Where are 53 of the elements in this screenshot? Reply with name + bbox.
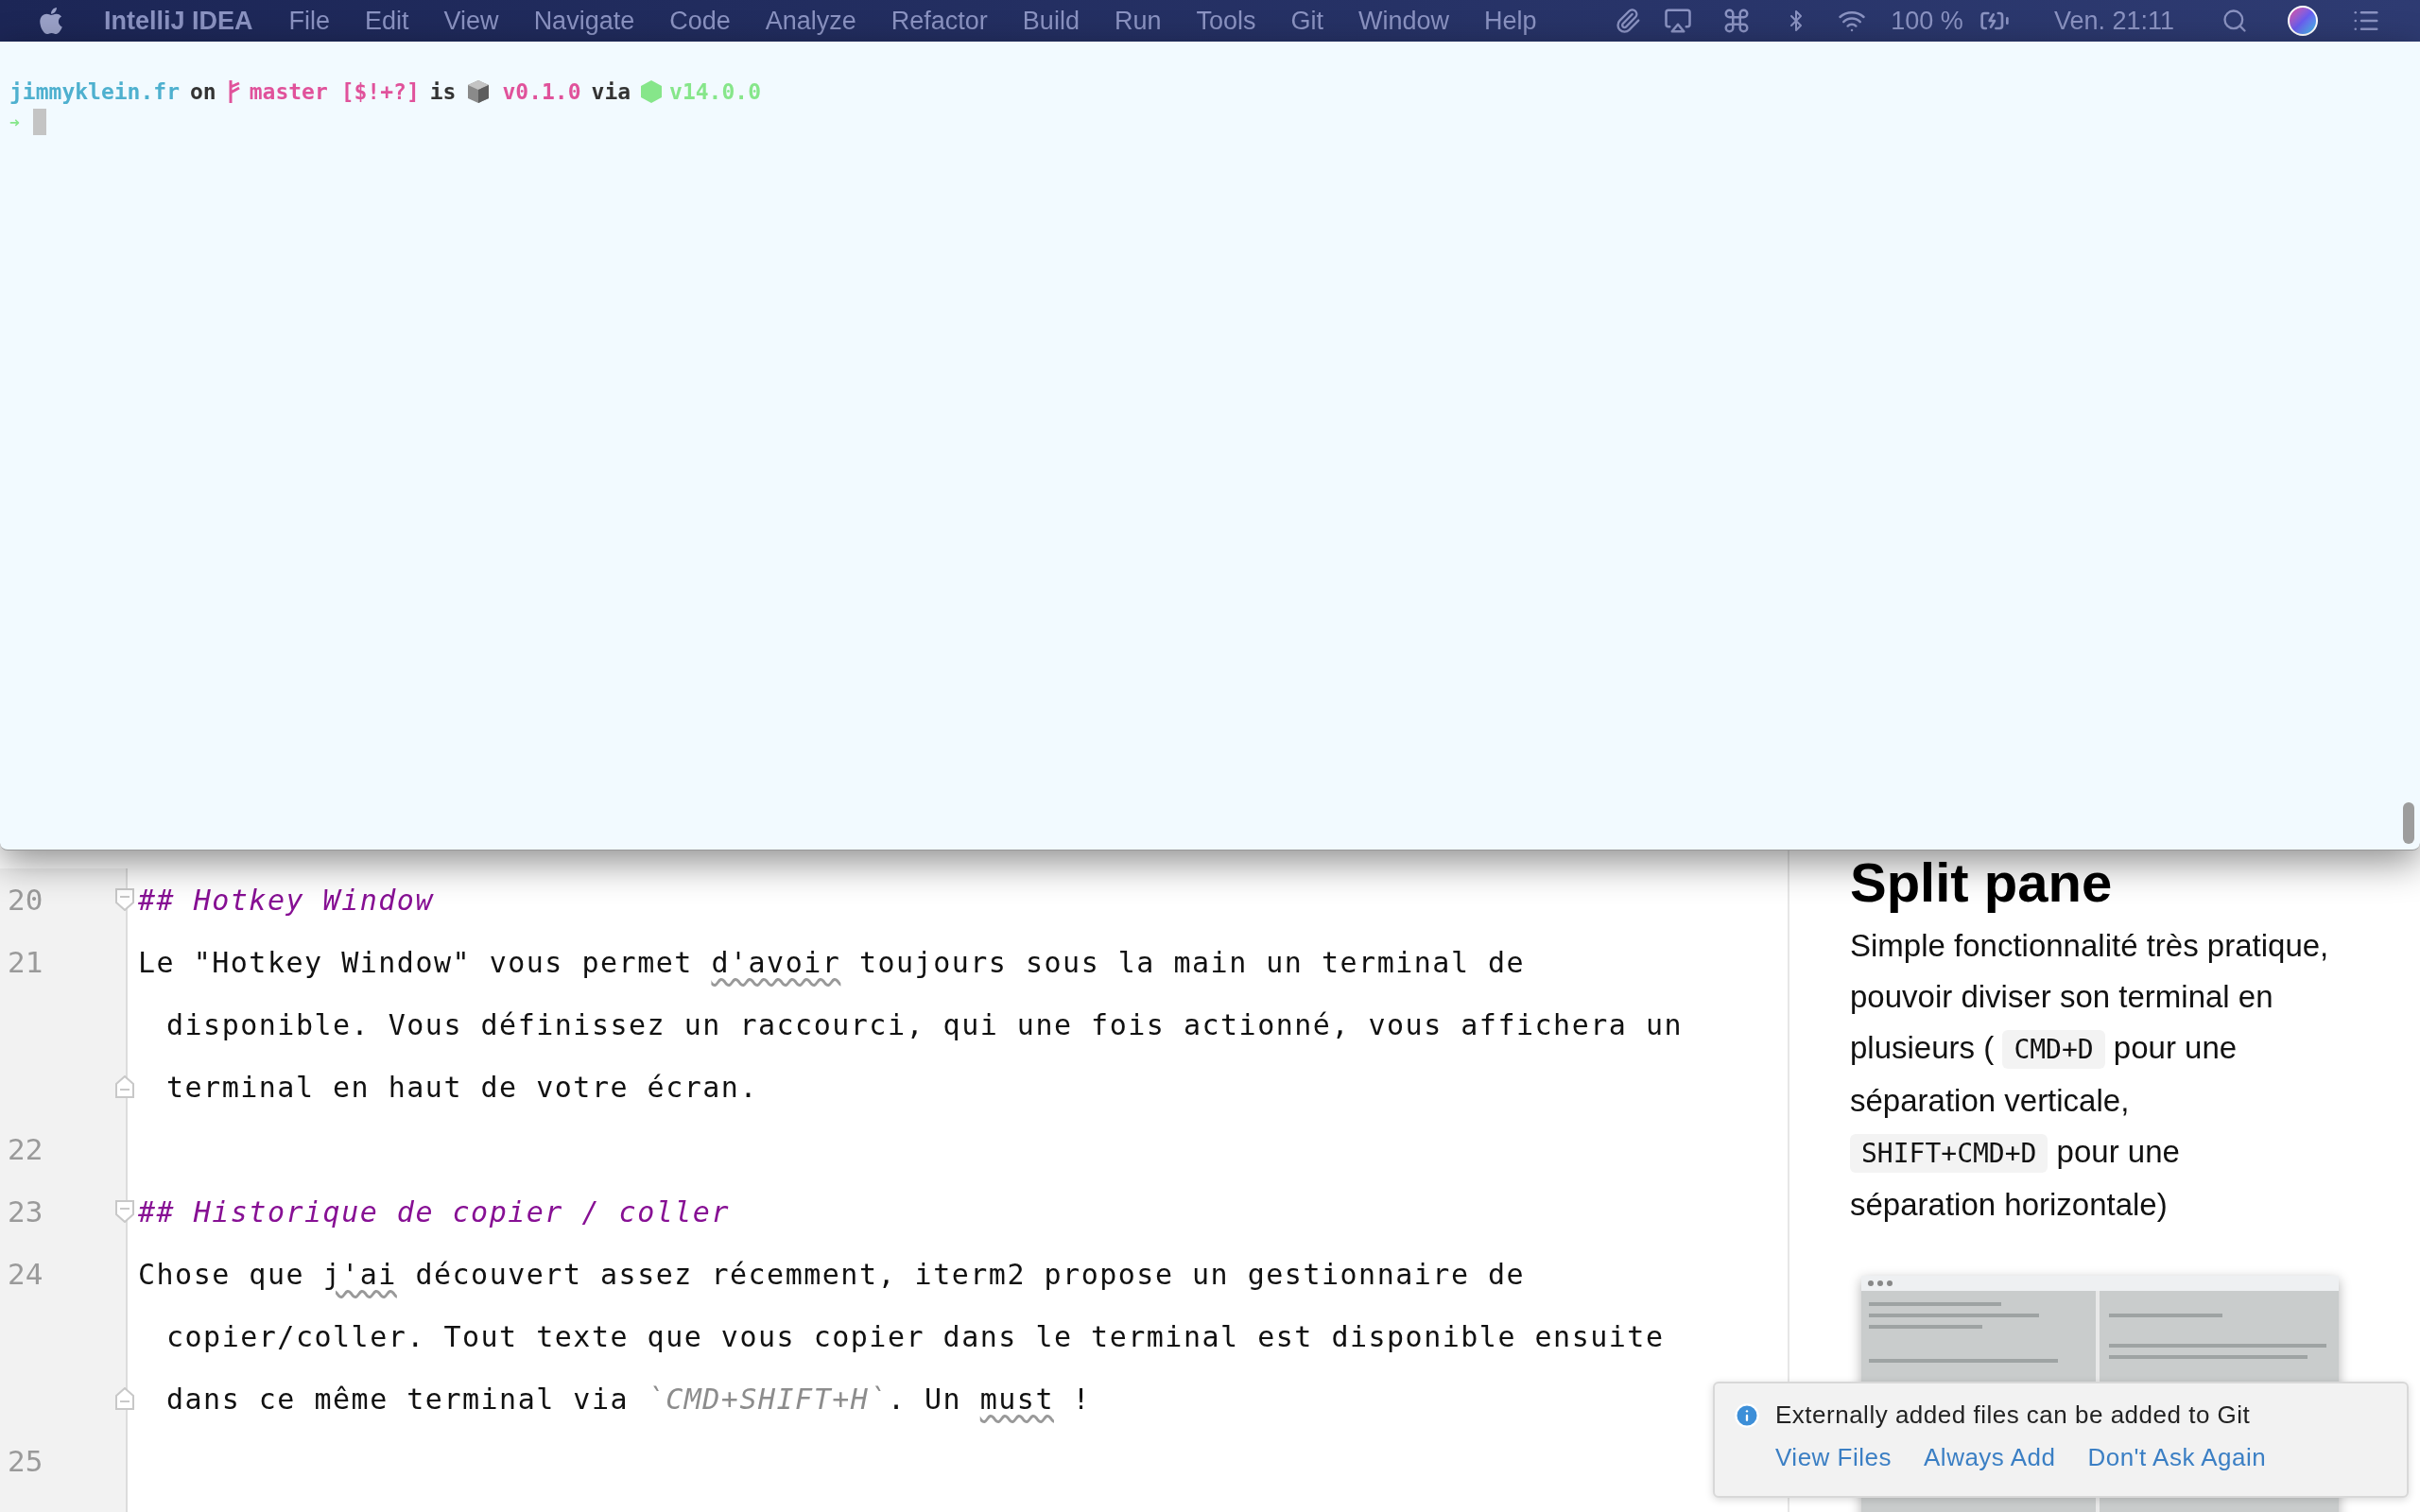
code-line: disponible. Vous définissez un raccourci, qui une fois actionné, vous affichera un bbox=[165, 1006, 1684, 1043]
notification-link[interactable]: Don't Ask Again bbox=[2087, 1439, 2267, 1476]
line-number: 22 bbox=[8, 1130, 43, 1168]
app-name[interactable]: IntelliJ IDEA bbox=[104, 1, 253, 41]
cursor bbox=[32, 109, 46, 135]
menu-item[interactable]: Run bbox=[1114, 1, 1162, 41]
menu-item[interactable]: Tools bbox=[1196, 1, 1256, 41]
code-line: terminal en haut de votre écran. bbox=[165, 1069, 758, 1106]
menu-item[interactable]: Help bbox=[1484, 1, 1537, 41]
prompt-text: v0.1.0 bbox=[502, 77, 581, 106]
line-number: 21 bbox=[8, 943, 43, 981]
menu-item[interactable]: Analyze bbox=[765, 1, 856, 41]
line-number: 25 bbox=[8, 1442, 43, 1480]
menu-item[interactable]: Edit bbox=[365, 1, 409, 41]
prompt-text: is bbox=[429, 77, 457, 106]
menu-item[interactable]: Build bbox=[1022, 1, 1080, 41]
clock[interactable]: Ven. 21:11 bbox=[2053, 1, 2174, 41]
info-icon bbox=[1734, 1401, 1760, 1429]
markdown-heading: ## Historique de copier / coller bbox=[138, 1194, 730, 1230]
menu-item[interactable]: Git bbox=[1290, 1, 1323, 41]
search-icon[interactable] bbox=[2221, 8, 2248, 34]
code-line: Le "Hotkey Window" vous permet d'avoir toujours sous la main un terminal de bbox=[138, 944, 1526, 981]
siri-icon[interactable] bbox=[2288, 6, 2318, 36]
line-number: 23 bbox=[8, 1193, 43, 1230]
line-number: 20 bbox=[8, 881, 43, 919]
menu-item[interactable]: Code bbox=[669, 1, 731, 41]
paperclip-icon[interactable] bbox=[1615, 7, 1642, 35]
prompt-text: v14.0.0 bbox=[669, 77, 761, 106]
menu-item[interactable]: View bbox=[443, 1, 499, 41]
menu-item[interactable]: File bbox=[288, 1, 331, 41]
code-line: dans ce même terminal via `CMD+SHIFT+H`. Un must ! bbox=[165, 1381, 1092, 1418]
line-number: 24 bbox=[8, 1255, 43, 1293]
preview-heading: Split pane bbox=[1850, 852, 2114, 913]
menu-item[interactable]: Navigate bbox=[533, 1, 635, 41]
prompt-text: jimmyklein.fr bbox=[9, 77, 180, 106]
notification-link[interactable]: View Files bbox=[1775, 1439, 1892, 1476]
prompt-text: on bbox=[190, 77, 216, 106]
battery-percent: 100 % bbox=[1891, 5, 1963, 37]
prompt-text: master [$!+?] bbox=[249, 77, 420, 106]
code-line: Chose que j'ai découvert assez récemment, iterm2 propose un gestionnaire de bbox=[138, 1256, 1526, 1293]
prompt-arrow: ➜ bbox=[9, 111, 20, 134]
scrollbar[interactable] bbox=[2403, 802, 2414, 844]
apple-icon[interactable] bbox=[38, 6, 64, 36]
menu-item[interactable]: Refactor bbox=[890, 1, 988, 41]
markdown-heading: ## Hotkey Window bbox=[138, 882, 434, 919]
notification-message: Externally added files can be added to Git bbox=[1775, 1400, 2251, 1431]
package-icon bbox=[466, 79, 492, 104]
hexagon-icon bbox=[641, 80, 663, 103]
prompt-text: via bbox=[591, 77, 631, 106]
preview-paragraph: Simple fonctionnalité très pratique, pouvoir diviser son terminal en plusieurs ( CMD+D pour une séparation verticale, SHIFT+CMD+D pour une séparation horizontale) bbox=[1850, 927, 2330, 1224]
notification-link[interactable]: Always Add bbox=[1924, 1439, 2056, 1476]
code-line: copier/coller. Tout texte que vous copier dans le terminal est disponible ensuite bbox=[165, 1318, 1665, 1355]
menu-item[interactable]: Window bbox=[1358, 1, 1449, 41]
